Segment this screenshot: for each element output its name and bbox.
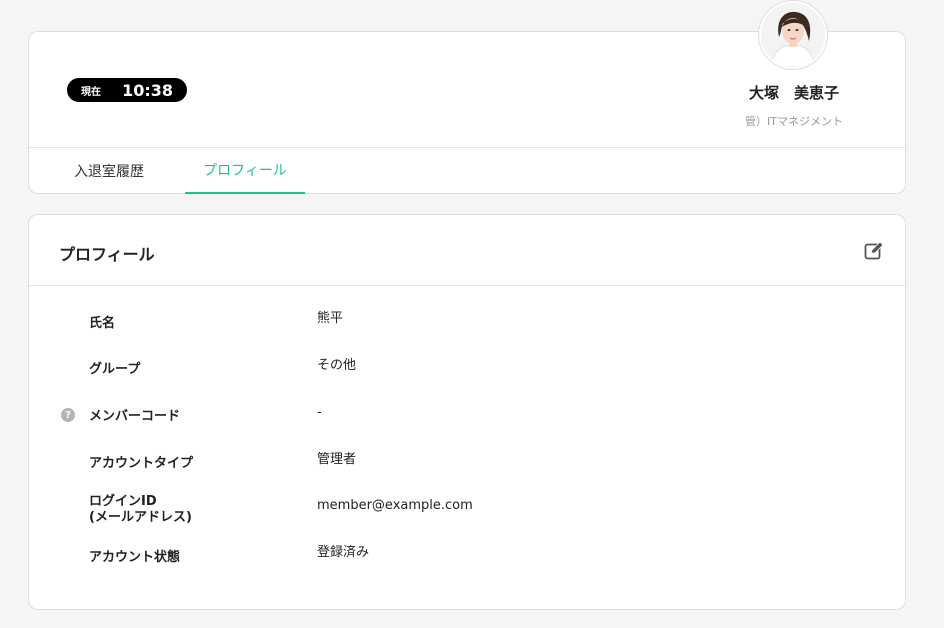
user-name: 大塚 美恵子 <box>748 84 839 102</box>
field-value-account-status: 登録済み <box>317 545 370 560</box>
edit-icon <box>864 241 884 260</box>
header-card: 現在 10:38 大塚 美恵子 管）ITマネジメント 入退室履歴 プロフィール <box>28 1 906 194</box>
field-label-login-id-line2: (メールアドレス) <box>89 510 192 525</box>
field-value-name: 熊平 <box>317 311 344 326</box>
tab-entry-history[interactable]: 入退室履歴 <box>49 147 169 194</box>
field-label-group: グループ <box>89 362 141 377</box>
clock-time: 10:38 <box>122 80 173 100</box>
profile-card: プロフィール 氏名 熊平 グループ その他 ? メンバーコード - アカウントタ… <box>28 214 906 610</box>
field-value-group: その他 <box>317 358 357 373</box>
clock-label: 現在 <box>81 86 101 98</box>
avatar <box>759 1 827 69</box>
avatar-image <box>761 3 825 67</box>
field-value-account-type: 管理者 <box>317 452 357 467</box>
user-group: 管）ITマネジメント <box>745 115 843 128</box>
field-label-login-id-line1: ログインID <box>89 494 157 509</box>
field-label-name: 氏名 <box>89 316 116 331</box>
help-icon[interactable]: ? <box>61 408 75 422</box>
tab-profile[interactable]: プロフィール <box>185 147 305 194</box>
field-label-account-type: アカウントタイプ <box>89 456 194 471</box>
edit-button[interactable] <box>862 239 886 263</box>
field-label-member-code: メンバーコード <box>89 409 181 424</box>
field-value-login-id: member@example.com <box>317 498 473 513</box>
field-value-member-code: - <box>317 405 322 420</box>
field-label-login-id: ログインID (メールアドレス) <box>89 494 192 526</box>
field-label-account-status: アカウント状態 <box>89 550 181 565</box>
section-title: プロフィール <box>59 245 155 264</box>
section-divider <box>29 285 905 286</box>
current-time-badge: 現在 10:38 <box>67 78 187 102</box>
